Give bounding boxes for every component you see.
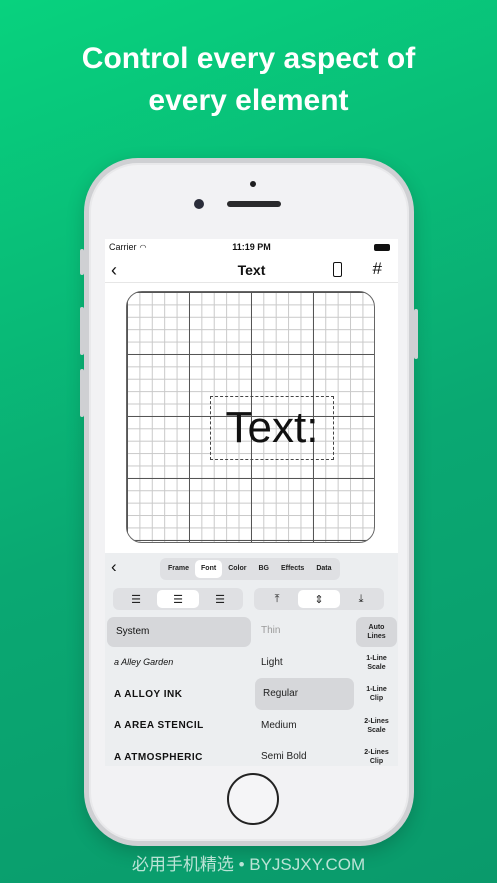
watermark-footer: 必用手机精选 • BYJSJXY.COM bbox=[131, 855, 366, 874]
font-weight-list: Thin Light Regular Medium Semi Bold bbox=[253, 615, 356, 766]
earpiece-speaker bbox=[227, 201, 281, 207]
align-left-icon[interactable]: ☰ bbox=[115, 590, 157, 608]
align-top-icon[interactable]: ⤒ bbox=[256, 590, 298, 608]
page-title: Text bbox=[237, 262, 266, 278]
tab-effects[interactable]: Effects bbox=[275, 560, 310, 578]
power-button bbox=[414, 309, 418, 359]
line-mode-label: 2-Lines bbox=[364, 749, 389, 757]
line-mode-1-line-clip[interactable]: 1-Line Clip bbox=[355, 679, 398, 711]
line-mode-label: Scale bbox=[367, 663, 386, 671]
align-bottom-icon[interactable]: ⤓ bbox=[340, 590, 382, 608]
align-center-icon[interactable]: ☰ bbox=[157, 590, 199, 608]
weight-item-regular[interactable]: Regular bbox=[255, 678, 354, 710]
line-mode-2-lines-clip[interactable]: 2-Lines Clip bbox=[355, 742, 398, 767]
line-mode-1-line-scale[interactable]: 1-Line Scale bbox=[355, 647, 398, 679]
line-mode-list: Auto Lines 1-Line Scale 1-Line Clip 2-Lines… bbox=[355, 615, 398, 766]
align-middle-icon[interactable]: ⇕ bbox=[298, 590, 340, 608]
home-button[interactable] bbox=[227, 773, 279, 825]
headline-line-1: Control every aspect of bbox=[81, 42, 416, 75]
font-item-system[interactable]: System bbox=[107, 617, 251, 647]
font-list: System a Alley Garden A ALLOY INK A AREA… bbox=[105, 615, 253, 766]
volume-down-button bbox=[80, 369, 84, 417]
horizontal-align-control: ☰ ☰ ☰ bbox=[113, 588, 243, 610]
line-mode-label: 1-Line bbox=[366, 654, 387, 662]
line-mode-label: Auto bbox=[368, 624, 385, 631]
font-item-alloy-ink[interactable]: A ALLOY INK bbox=[105, 679, 253, 711]
tab-font[interactable]: Font bbox=[195, 560, 223, 578]
grid-toggle-icon[interactable]: # bbox=[373, 259, 382, 279]
status-time: 11:19 PM bbox=[232, 242, 271, 252]
font-item-area-stencil[interactable]: A AREA STENCIL bbox=[105, 710, 253, 742]
line-mode-label: Clip bbox=[369, 695, 384, 703]
nav-bar: ‹ Text # bbox=[105, 257, 398, 283]
tab-frame[interactable]: Frame bbox=[162, 560, 195, 578]
screen: Carrier ◠ 11:19 PM ‹ Text # Text: ‹ Frame… bbox=[105, 239, 398, 766]
mute-switch bbox=[80, 249, 84, 275]
tab-data[interactable]: Data bbox=[310, 560, 337, 578]
line-mode-label: Clip bbox=[369, 758, 384, 766]
line-mode-label: 2-Lines bbox=[364, 717, 389, 725]
phone-frame: Carrier ◠ 11:19 PM ‹ Text # Text: ‹ Frame… bbox=[80, 158, 418, 846]
vertical-align-control: ⤒ ⇕ ⤓ bbox=[254, 588, 384, 610]
line-mode-label: 1-Line bbox=[366, 686, 387, 694]
proximity-sensor bbox=[250, 181, 256, 187]
tab-color[interactable]: Color bbox=[222, 560, 252, 578]
volume-up-button bbox=[80, 307, 84, 355]
widget-canvas[interactable]: Text: bbox=[126, 291, 375, 543]
weight-item-light[interactable]: Light bbox=[253, 647, 356, 679]
weight-item-thin[interactable]: Thin bbox=[253, 615, 356, 647]
line-mode-label: Lines bbox=[367, 633, 386, 640]
tab-bg[interactable]: BG bbox=[252, 560, 275, 578]
font-item-alley-garden[interactable]: a Alley Garden bbox=[105, 647, 253, 679]
line-mode-auto-lines[interactable]: Auto Lines bbox=[356, 617, 397, 647]
text-element[interactable]: Text: bbox=[210, 396, 334, 460]
device-preview-icon[interactable] bbox=[333, 262, 342, 277]
font-item-atmospheric[interactable]: A ATMOSPHERIC bbox=[105, 742, 253, 767]
alignment-row: ☰ ☰ ☰ ⤒ ⇕ ⤓ bbox=[105, 583, 398, 613]
align-right-icon[interactable]: ☰ bbox=[199, 590, 241, 608]
weight-item-medium[interactable]: Medium bbox=[253, 710, 356, 742]
inspector-tabs-row: ‹ Frame Font Color BG Effects Data bbox=[105, 553, 398, 583]
panel-back-button[interactable]: ‹ bbox=[111, 557, 117, 577]
headline-line-2: every element bbox=[148, 84, 349, 117]
canvas-area: Text: bbox=[105, 283, 398, 553]
headline: Control every aspect of every element bbox=[0, 38, 497, 122]
front-camera bbox=[194, 199, 204, 209]
battery-icon bbox=[374, 244, 390, 251]
line-mode-label: Scale bbox=[367, 726, 386, 734]
inspector-tabs: Frame Font Color BG Effects Data bbox=[160, 558, 340, 580]
line-mode-2-lines-scale[interactable]: 2-Lines Scale bbox=[355, 710, 398, 742]
weight-item-semi-bold[interactable]: Semi Bold bbox=[253, 741, 356, 766]
status-bar: Carrier ◠ 11:19 PM bbox=[105, 239, 398, 257]
inspector-panel: ‹ Frame Font Color BG Effects Data ☰ ☰ ☰ bbox=[105, 553, 398, 766]
